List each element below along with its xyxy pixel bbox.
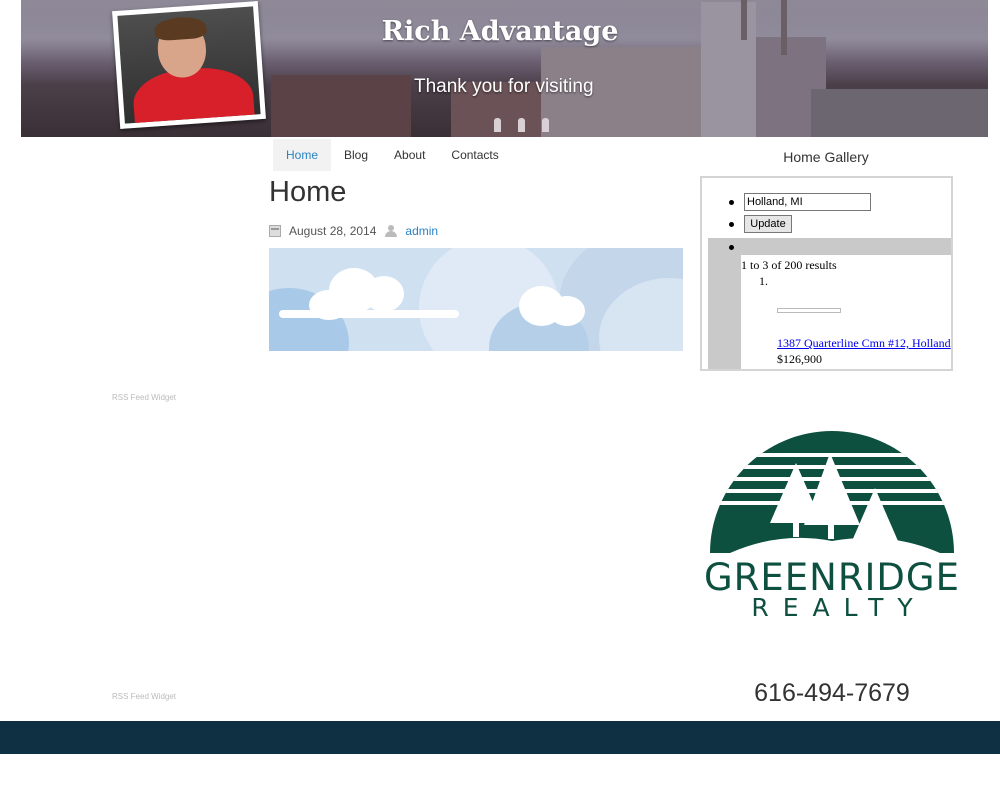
logo-subtitle: REALTY xyxy=(751,593,927,622)
phone-number: 616-494-7679 xyxy=(754,679,910,707)
tree-emblem-icon xyxy=(710,431,954,553)
greenridge-logo[interactable]: GREENRIDGE REALTY xyxy=(700,413,964,623)
list-bullet xyxy=(729,200,734,205)
location-input[interactable] xyxy=(744,193,871,211)
nav-item-home[interactable]: Home xyxy=(273,139,332,171)
cloud-puff xyxy=(364,276,404,312)
listing-link[interactable]: 1387 Quarterline Cmn #12, Holland xyxy=(777,336,951,351)
listing-price: $126,900 xyxy=(777,352,822,366)
footer-bar xyxy=(0,721,1000,754)
results-count: 1 to 3 of 200 results xyxy=(741,258,837,272)
window xyxy=(542,118,549,132)
site-title[interactable]: Rich Advantage xyxy=(0,16,1000,47)
building xyxy=(811,89,988,137)
update-button[interactable]: Update xyxy=(744,215,792,233)
post-author-link[interactable]: admin xyxy=(405,224,438,238)
building xyxy=(271,75,411,137)
post-date: August 28, 2014 xyxy=(289,224,377,238)
featured-image xyxy=(269,248,683,351)
site-tagline: Thank you for visiting xyxy=(414,76,594,97)
rss-feed-widget: RSS Feed Widget xyxy=(112,692,177,701)
nav-item-contacts[interactable]: Contacts xyxy=(438,139,511,171)
list-bullet xyxy=(729,245,734,250)
list-bullet xyxy=(729,222,734,227)
cloud-base xyxy=(279,310,459,318)
home-gallery-widget: Update 1 to 3 of 200 results 1. 1387 Qua… xyxy=(700,176,953,371)
listing-thumbnail[interactable] xyxy=(777,308,841,313)
user-icon xyxy=(385,225,398,237)
window xyxy=(518,118,525,132)
main-nav: Home Blog About Contacts xyxy=(273,139,512,171)
nav-item-about[interactable]: About xyxy=(381,139,438,171)
calendar-icon xyxy=(269,225,281,237)
cloud-puff xyxy=(549,296,585,326)
post-meta: August 28, 2014 admin xyxy=(269,224,438,238)
rss-feed-widget: RSS Feed Widget xyxy=(112,393,177,402)
window xyxy=(494,118,501,132)
gallery-title: Home Gallery xyxy=(783,149,869,165)
result-number: 1. xyxy=(759,274,768,288)
page-title: Home xyxy=(269,176,347,208)
nav-item-blog[interactable]: Blog xyxy=(331,139,381,171)
